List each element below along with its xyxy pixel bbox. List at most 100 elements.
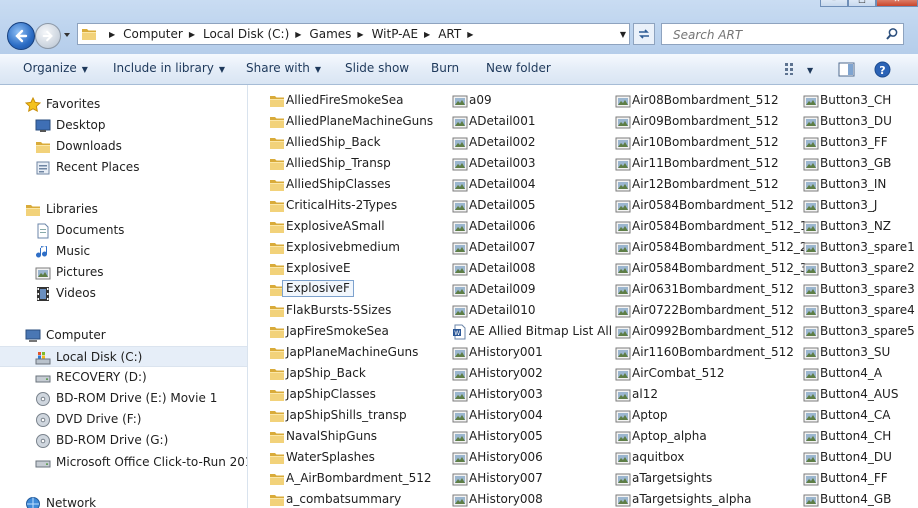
bitmap-image-icon — [615, 282, 631, 298]
close-button[interactable]: ✕ — [876, 0, 918, 7]
folder-icon — [269, 366, 285, 382]
folder-icon — [269, 429, 285, 445]
nav-dvd-f-label: DVD Drive (F:) — [56, 412, 142, 426]
breadcrumb-separator-icon[interactable]: ▶ — [357, 30, 363, 39]
file-name: Button3_SU — [820, 345, 891, 359]
nav-music[interactable]: Music — [0, 241, 247, 262]
bitmap-image-icon — [615, 219, 631, 235]
forward-button[interactable] — [35, 23, 61, 49]
computer-icon — [25, 329, 41, 342]
breadcrumb-computer[interactable]: Computer — [123, 27, 183, 41]
file-name: ADetail010 — [469, 303, 536, 317]
breadcrumb-separator-icon[interactable]: ▶ — [424, 30, 430, 39]
nav-videos-label: Videos — [56, 286, 96, 300]
nav-libraries[interactable]: Libraries — [0, 199, 247, 220]
nav-office-label: Microsoft Office Click-to-Run 2010 ( — [56, 455, 248, 469]
arrow-right-icon — [42, 30, 53, 42]
file-name: Air0584Bombardment_512_2 — [632, 240, 808, 254]
file-list[interactable]: AlliedFireSmokeSea AlliedPlaneMachineGuns… — [249, 85, 918, 508]
nav-favorites[interactable]: Favorites — [0, 94, 247, 115]
bitmap-image-icon — [803, 219, 819, 235]
bitmap-image-icon — [615, 345, 631, 361]
nav-recovery-d[interactable]: RECOVERY (D:) — [0, 367, 247, 388]
disc-icon — [36, 413, 50, 427]
include-in-library-button[interactable]: Include in library ▼ — [113, 61, 225, 75]
back-button[interactable] — [7, 22, 35, 50]
breadcrumb-local-disk[interactable]: Local Disk (C:) — [203, 27, 289, 41]
bitmap-image-icon — [803, 471, 819, 487]
bitmap-image-icon — [615, 198, 631, 214]
bitmap-image-icon — [803, 324, 819, 340]
search-input[interactable] — [671, 25, 885, 45]
file-name: ADetail008 — [469, 261, 536, 275]
nav-computer[interactable]: Computer — [0, 325, 247, 346]
nav-videos[interactable]: Videos — [0, 283, 247, 304]
minimize-button[interactable]: – — [820, 0, 848, 7]
folder-icon — [269, 135, 285, 151]
nav-network-label: Network — [46, 496, 97, 508]
search-box[interactable] — [661, 23, 904, 45]
file-name: Air09Bombardment_512 — [632, 114, 779, 128]
help-icon[interactable]: ? — [874, 61, 891, 78]
file-name: Button3_spare3 — [820, 282, 915, 296]
file-name: Air0584Bombardment_512_1 — [632, 219, 808, 233]
file-name: ADetail007 — [469, 240, 536, 254]
bitmap-image-icon — [803, 240, 819, 256]
nav-desktop[interactable]: Desktop — [0, 115, 247, 136]
downloads-folder-icon — [35, 139, 51, 155]
breadcrumb-games[interactable]: Games — [309, 27, 351, 41]
file-name: JapPlaneMachineGuns — [286, 345, 419, 359]
share-with-button[interactable]: Share with ▼ — [246, 61, 321, 75]
file-name: Button4_A — [820, 366, 883, 380]
breadcrumb-art[interactable]: ART — [438, 27, 461, 41]
address-bar[interactable]: ▶ Computer ▶ Local Disk (C:) ▶ Games ▶ WitP… — [77, 23, 630, 45]
navigation-pane[interactable]: Favorites Desktop Downloads Recent Place… — [0, 85, 248, 508]
nav-dvd-f[interactable]: DVD Drive (F:) — [0, 409, 247, 430]
file-name: FlakBursts-5Sizes — [286, 303, 392, 317]
nav-office-click-to-run[interactable]: Microsoft Office Click-to-Run 2010 ( — [0, 452, 247, 473]
file-name: Button3_spare5 — [820, 324, 915, 338]
nav-pictures[interactable]: Pictures — [0, 262, 247, 283]
breadcrumb-separator-icon[interactable]: ▶ — [189, 30, 195, 39]
organize-button[interactable]: Organize ▼ — [23, 61, 88, 75]
file-name: AHistory004 — [469, 408, 543, 422]
file-name: Button3_CH — [820, 93, 892, 107]
nav-network[interactable]: Network — [0, 493, 247, 508]
bitmap-image-icon — [803, 492, 819, 508]
breadcrumb-separator-icon[interactable]: ▶ — [467, 30, 473, 39]
nav-documents[interactable]: Documents — [0, 220, 247, 241]
view-options-dropdown-icon[interactable]: ▼ — [807, 62, 813, 76]
chevron-down-icon: ▼ — [218, 65, 226, 74]
file-name: ADetail009 — [469, 282, 536, 296]
address-dropdown-icon[interactable]: ▼ — [620, 30, 626, 39]
search-icon[interactable] — [885, 27, 899, 41]
burn-button[interactable]: Burn — [431, 61, 459, 75]
nav-downloads[interactable]: Downloads — [0, 136, 247, 157]
bitmap-image-icon — [452, 114, 468, 130]
file-name: Button3_IN — [820, 177, 887, 191]
file-name: AlliedFireSmokeSea — [286, 93, 404, 107]
nav-recent-places[interactable]: Recent Places — [0, 157, 247, 178]
bitmap-image-icon — [803, 114, 819, 130]
file-name: Button4_AUS — [820, 387, 899, 401]
maximize-button[interactable]: □ — [848, 0, 876, 7]
file-name: WaterSplashes — [286, 450, 375, 464]
preview-pane-icon[interactable] — [838, 62, 855, 77]
nav-bd-rom-e[interactable]: BD-ROM Drive (E:) Movie 1 — [0, 388, 247, 409]
change-view-icon[interactable] — [784, 62, 800, 76]
slide-show-button[interactable]: Slide show — [345, 61, 409, 75]
breadcrumb-witp-ae[interactable]: WitP-AE — [372, 27, 418, 41]
star-icon — [25, 97, 41, 113]
nav-bd-rom-g[interactable]: BD-ROM Drive (G:) — [0, 430, 247, 451]
bitmap-image-icon — [452, 240, 468, 256]
new-folder-button[interactable]: New folder — [486, 61, 551, 75]
word-document-icon — [452, 324, 468, 340]
file-name: Button4_CA — [820, 408, 891, 422]
recent-pages-dropdown-icon[interactable] — [62, 30, 72, 40]
breadcrumb-separator-icon[interactable]: ▶ — [109, 30, 115, 39]
file-name: AHistory005 — [469, 429, 543, 443]
breadcrumb-separator-icon[interactable]: ▶ — [295, 30, 301, 39]
file-name: AlliedShip_Transp — [286, 156, 391, 170]
refresh-button[interactable] — [633, 23, 655, 45]
nav-local-disk-c[interactable]: Local Disk (C:) — [0, 346, 247, 367]
